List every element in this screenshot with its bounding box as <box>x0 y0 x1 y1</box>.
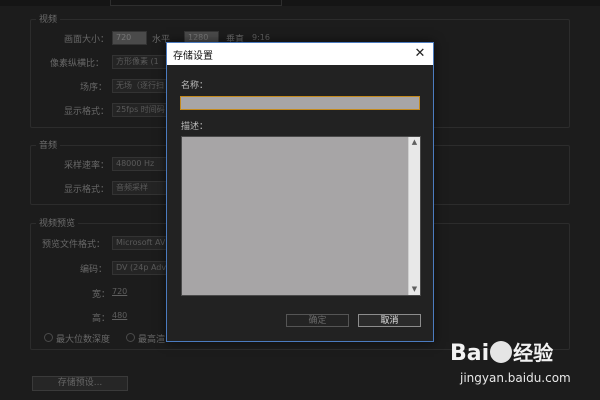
aspect-value: 9:16 <box>252 33 270 42</box>
codec-select[interactable]: DV (24p Adv <box>112 261 169 275</box>
sample-rate-select[interactable]: 48000 Hz <box>112 157 169 171</box>
description-field-wrapper: ▲ ▼ <box>181 136 421 296</box>
max-quality-checkbox[interactable] <box>126 333 135 342</box>
scroll-down-icon[interactable]: ▼ <box>409 284 420 295</box>
field-order-label: 场序： <box>80 83 108 93</box>
top-bar <box>0 0 600 6</box>
watermark-logo: Bai 经验 <box>450 337 553 366</box>
max-quality-label: 最高渲 <box>138 335 166 345</box>
save-settings-dialog: 存储设置 ✕ 名称： 描述： ▲ ▼ 确定 取消 <box>166 42 434 342</box>
display-format-select[interactable]: 25fps 时间码 <box>112 103 169 117</box>
ok-button[interactable]: 确定 <box>286 314 349 327</box>
audio-display-format-select[interactable]: 音频采样 <box>112 181 169 195</box>
audio-display-format-label: 显示格式： <box>64 185 110 195</box>
preview-format-select[interactable]: Microsoft AVI <box>112 236 169 250</box>
display-format-label: 显示格式： <box>64 107 110 117</box>
description-scrollbar[interactable]: ▲ ▼ <box>408 137 420 295</box>
description-textarea[interactable] <box>182 137 408 295</box>
save-preset-button[interactable]: 存储预设... <box>32 376 128 391</box>
frame-size-label: 画面大小： <box>64 35 110 45</box>
max-bit-depth-checkbox[interactable] <box>44 333 53 342</box>
height-label: 高： <box>92 314 111 324</box>
name-input[interactable] <box>180 96 420 110</box>
scroll-up-icon[interactable]: ▲ <box>409 137 420 148</box>
dialog-title: 存储设置 <box>173 51 213 62</box>
sample-rate-label: 采样速率： <box>64 161 110 171</box>
description-label: 描述： <box>181 122 209 132</box>
watermark-logo-right: 经验 <box>513 341 554 365</box>
paw-icon <box>490 341 513 363</box>
pixel-aspect-label: 像素纵横比： <box>50 59 105 69</box>
watermark-logo-left: Bai <box>450 341 490 366</box>
video-preview-group-title: 视频预览 <box>36 216 79 229</box>
close-icon[interactable]: ✕ <box>411 45 429 63</box>
codec-label: 编码： <box>80 265 108 275</box>
name-label: 名称： <box>181 81 209 91</box>
field-order-select[interactable]: 无场（逐行扫 <box>112 79 169 93</box>
height-value[interactable]: 480 <box>112 311 127 320</box>
max-bit-depth-label: 最大位数深度 <box>56 335 111 345</box>
width-label: 宽： <box>92 290 111 300</box>
screen: 视频 画面大小： 720 水平 1280 垂直 9:16 像素纵横比： 方形像素… <box>0 0 600 400</box>
frame-width-field[interactable]: 720 <box>112 31 147 45</box>
top-field[interactable] <box>110 0 282 6</box>
video-group-title: 视频 <box>36 12 61 25</box>
width-value[interactable]: 720 <box>112 287 127 296</box>
baidu-jingyan-watermark: Bai 经验 jingyan.baidu.com <box>440 337 600 397</box>
audio-group-title: 音频 <box>36 138 61 151</box>
dialog-titlebar[interactable]: 存储设置 ✕ <box>167 43 433 65</box>
watermark-url: jingyan.baidu.com <box>460 371 571 385</box>
cancel-button[interactable]: 取消 <box>358 314 421 327</box>
preview-format-label: 预览文件格式： <box>42 240 106 250</box>
pixel-aspect-select[interactable]: 方形像素 (1 <box>112 55 169 69</box>
